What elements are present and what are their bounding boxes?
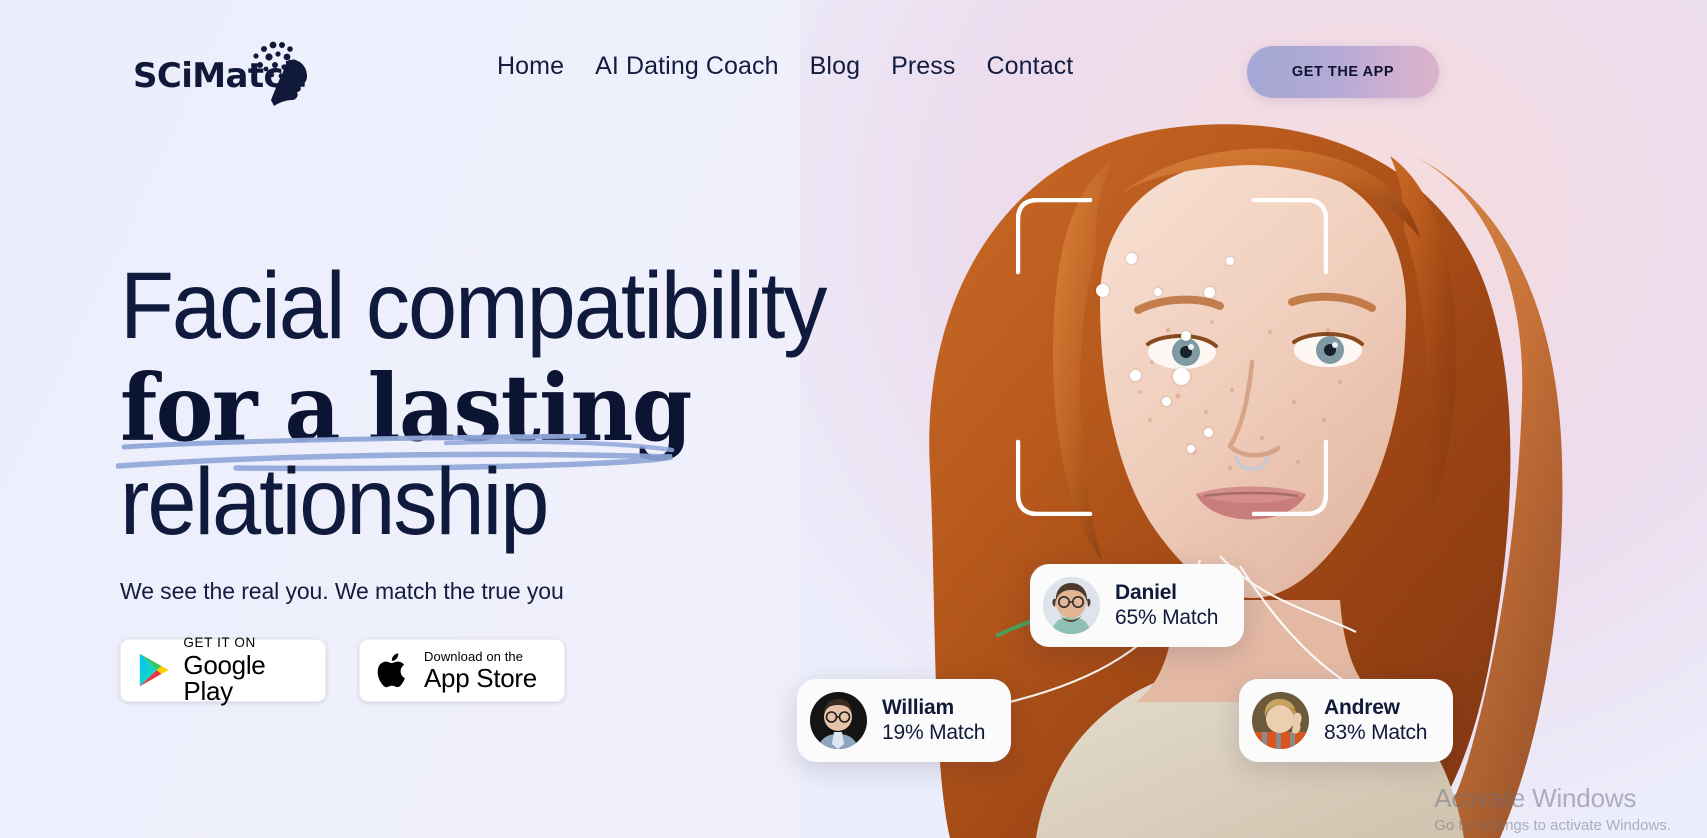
match-name: Daniel [1115,580,1177,604]
match-name: Andrew [1324,695,1400,719]
app-store-badge-small: Download on the [424,648,524,664]
match-percent: 83% Match [1324,720,1428,744]
brand-logo[interactable]: SCiMatch [133,41,313,106]
landmark-dot [1204,428,1213,437]
landmark-dot [1130,370,1141,381]
match-percent: 65% Match [1115,605,1219,629]
headline-line-2-wrapper: for a lasting [116,361,727,471]
hero-section: Facial compatibility for a lasting relat… [116,253,1080,706]
landmark-dot [1154,288,1162,296]
app-store-badge-label: App Store [424,662,537,693]
landmark-dot [1187,445,1195,453]
main-navigation: Home AI Dating Coach Blog Press Contact [497,52,1073,81]
google-play-badge-small: GET IT ON [183,635,256,651]
avatar-andrew [1252,692,1309,749]
app-store-badge[interactable]: Download on the App Store [359,638,565,702]
google-play-badge-label: Google Play [183,649,266,706]
nav-item-home[interactable]: Home [497,52,564,81]
windows-activation-watermark: Activate Windows Go to Settings to activ… [1434,783,1671,834]
site-header: SCiMatch Home AI Dating Coach Blog Press… [0,0,1707,143]
landmark-dot [1126,253,1137,264]
google-play-icon [139,653,169,687]
landmark-dot [1096,284,1109,297]
page-background: Daniel 65% Match William 19% Match Andre… [0,0,1707,838]
watermark-subtitle: Go to Settings to activate Windows. [1434,817,1671,834]
nav-item-press[interactable]: Press [891,52,955,81]
headline-line-1: Facial compatibility [120,253,827,359]
match-percent: 19% Match [882,720,986,744]
nav-item-contact[interactable]: Contact [986,52,1073,81]
match-card-andrew[interactable]: Andrew 83% Match [1239,679,1454,762]
landmark-dot [1173,368,1190,385]
nav-item-blog[interactable]: Blog [810,52,860,81]
landmark-dot [1162,397,1171,406]
nav-item-ai-dating-coach[interactable]: AI Dating Coach [595,52,779,81]
get-the-app-button[interactable]: GET THE APP [1247,46,1439,98]
brain-dots-face-profile-icon [253,41,307,106]
apple-logo-icon [377,653,405,688]
store-badges: GET IT ON Google Play Download on the Ap… [120,635,1080,706]
landmark-dot [1226,257,1234,265]
google-play-badge[interactable]: GET IT ON Google Play [120,635,326,706]
watermark-title: Activate Windows [1434,783,1637,813]
landmark-dot [1204,287,1215,298]
headline-line-3: relationship [120,448,549,555]
hero-tagline: We see the real you. We match the true y… [120,577,564,604]
landmark-dot [1181,331,1191,341]
